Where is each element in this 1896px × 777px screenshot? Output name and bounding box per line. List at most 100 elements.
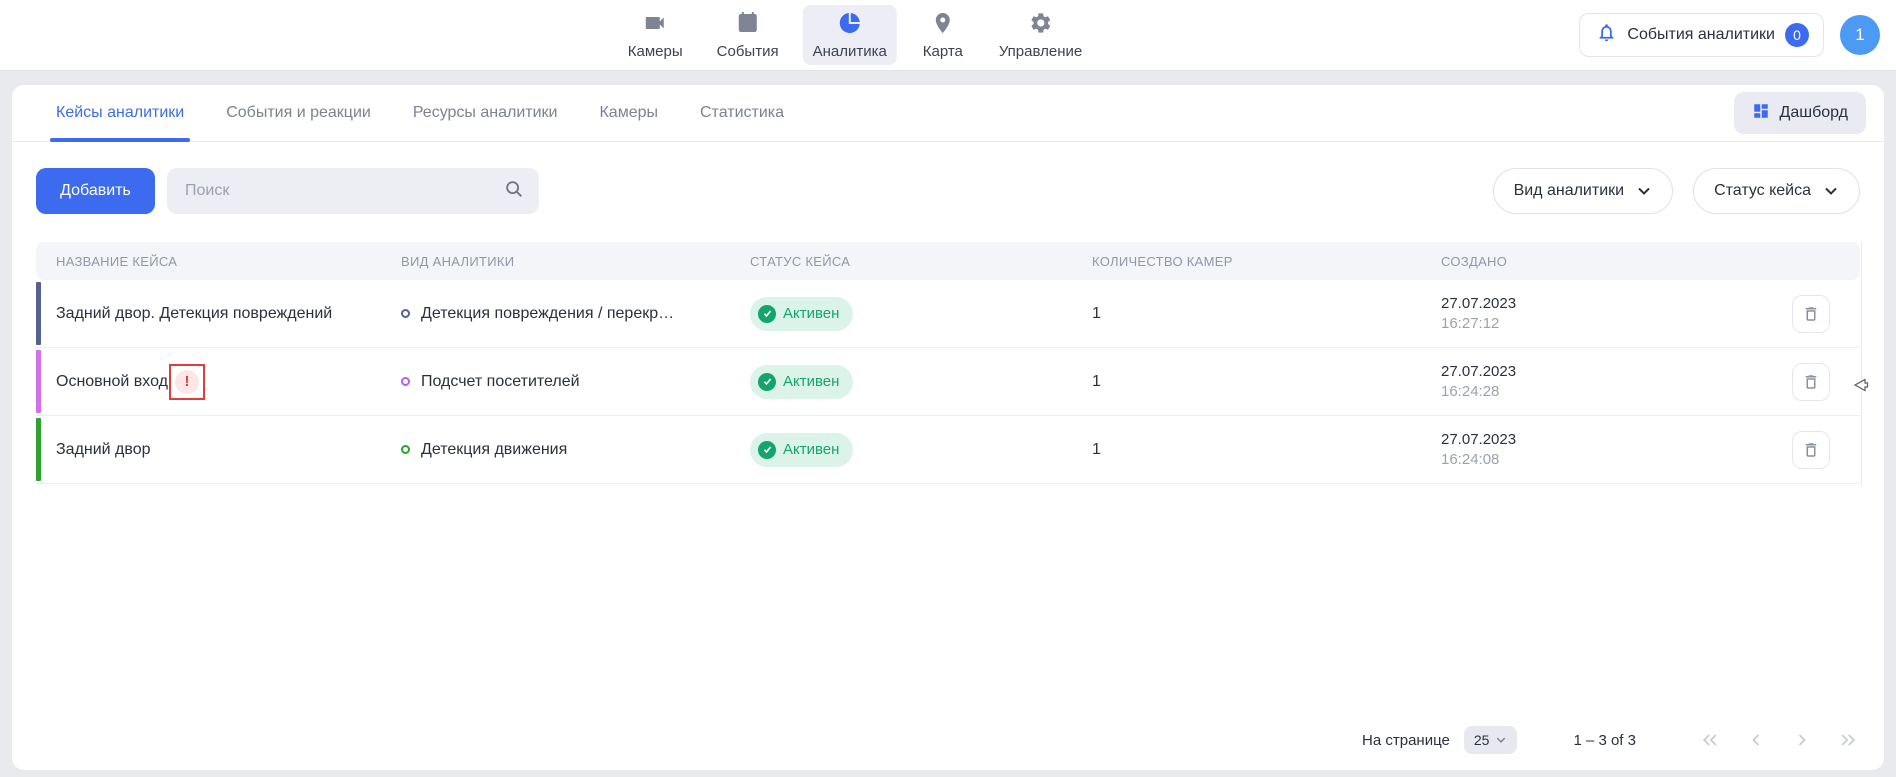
dashboard-button-label: Дашборд xyxy=(1780,104,1849,122)
nav-item-map[interactable]: Карта xyxy=(911,5,975,65)
gear-icon xyxy=(1029,11,1053,40)
analytics-type-label: Подсчет посетителей xyxy=(421,373,580,391)
chevrons-left-icon xyxy=(1700,730,1720,750)
main-navigation: Камеры События Аналитика Карта Управлени… xyxy=(618,0,1092,70)
analytics-type-label: Детекция движения xyxy=(421,441,567,459)
created-cell: 27.07.2023 16:24:08 xyxy=(1441,430,1741,470)
analytics-type-dot xyxy=(401,445,410,454)
tab-cameras[interactable]: Камеры xyxy=(599,85,658,141)
camera-count: 1 xyxy=(1092,441,1441,459)
tab-statistics[interactable]: Статистика xyxy=(700,85,784,141)
top-bar: Камеры События Аналитика Карта Управлени… xyxy=(0,0,1896,70)
last-page-button[interactable] xyxy=(1838,730,1858,750)
search-icon xyxy=(503,178,525,205)
status-label: Активен xyxy=(783,373,839,390)
first-page-button[interactable] xyxy=(1700,730,1720,750)
delete-case-button[interactable] xyxy=(1792,363,1830,401)
filters: Вид аналитики Статус кейса xyxy=(1493,168,1860,214)
video-camera-icon xyxy=(643,11,667,40)
created-date: 27.07.2023 xyxy=(1441,362,1741,382)
delete-case-button[interactable] xyxy=(1792,431,1830,469)
events-count-badge: 0 xyxy=(1785,23,1809,47)
warning-icon: ! xyxy=(175,370,199,394)
toolbar: Добавить Вид аналитики Статус кейса xyxy=(12,142,1884,214)
created-time: 16:27:12 xyxy=(1441,314,1741,334)
per-page-label: На странице xyxy=(1362,732,1450,749)
analytics-type-filter-label: Вид аналитики xyxy=(1514,182,1625,200)
nav-item-events[interactable]: События xyxy=(707,5,789,65)
tabs-row: Кейсы аналитики События и реакции Ресурс… xyxy=(12,85,1884,142)
created-time: 16:24:08 xyxy=(1441,450,1741,470)
table-edge-divider xyxy=(1861,242,1862,486)
delete-case-button[interactable] xyxy=(1792,295,1830,333)
map-pin-icon xyxy=(931,11,955,40)
tab-analytics-cases[interactable]: Кейсы аналитики xyxy=(56,85,184,141)
status-badge: Активен xyxy=(750,297,853,331)
previous-page-button[interactable] xyxy=(1746,730,1766,750)
created-cell: 27.07.2023 16:27:12 xyxy=(1441,294,1741,334)
pagination-footer: На странице 25 1 – 3 of 3 xyxy=(12,722,1884,770)
bell-icon xyxy=(1596,22,1617,48)
calendar-check-icon xyxy=(736,11,760,40)
status-badge: Активен xyxy=(750,433,853,467)
user-avatar[interactable]: 1 xyxy=(1840,15,1880,55)
trash-icon xyxy=(1802,305,1820,323)
nav-label: События xyxy=(717,43,779,60)
table-row[interactable]: Основной вход ! Подсчет посетителей Акти… xyxy=(36,348,1860,416)
analytics-type: Детекция повреждения / перекр… xyxy=(401,305,750,323)
case-status-filter[interactable]: Статус кейса xyxy=(1693,168,1860,214)
nav-label: Управление xyxy=(999,43,1082,60)
chevron-down-icon xyxy=(1495,734,1507,746)
analytics-type-filter[interactable]: Вид аналитики xyxy=(1493,168,1674,214)
next-page-button[interactable] xyxy=(1792,730,1812,750)
analytics-events-button[interactable]: События аналитики 0 xyxy=(1579,13,1824,57)
per-page-select[interactable]: 25 xyxy=(1464,726,1518,754)
nav-label: Аналитика xyxy=(813,43,887,60)
case-name: Задний двор xyxy=(36,441,401,459)
top-bar-right: События аналитики 0 1 xyxy=(1579,13,1880,57)
check-icon xyxy=(758,305,776,323)
analytics-type: Подсчет посетителей xyxy=(401,373,750,391)
nav-label: Камеры xyxy=(628,43,683,60)
tab-analytics-resources[interactable]: Ресурсы аналитики xyxy=(413,85,558,141)
nav-item-management[interactable]: Управление xyxy=(989,5,1092,65)
tab-events-reactions[interactable]: События и реакции xyxy=(226,85,371,141)
dashboard-button[interactable]: Дашборд xyxy=(1734,92,1867,134)
mouse-cursor xyxy=(1852,376,1870,399)
nav-item-analytics[interactable]: Аналитика xyxy=(803,5,897,65)
analytics-panel: Кейсы аналитики События и реакции Ресурс… xyxy=(12,85,1884,770)
chevron-down-icon xyxy=(1636,183,1652,199)
events-button-label: События аналитики xyxy=(1627,26,1775,44)
row-accent-bar xyxy=(36,418,41,481)
cases-table: НАЗВАНИЕ КЕЙСА ВИД АНАЛИТИКИ СТАТУС КЕЙС… xyxy=(36,242,1860,722)
nav-item-cameras[interactable]: Камеры xyxy=(618,5,693,65)
chevron-down-icon xyxy=(1823,183,1839,199)
row-accent-bar xyxy=(36,282,41,345)
column-header-case-status: СТАТУС КЕЙСА xyxy=(750,254,1092,269)
case-name: Основной вход xyxy=(56,373,168,391)
table-row[interactable]: Задний двор Детекция движения Активен 1 … xyxy=(36,416,1860,484)
search-input[interactable] xyxy=(185,182,503,200)
column-header-case-name: НАЗВАНИЕ КЕЙСА xyxy=(36,254,401,269)
add-case-button[interactable]: Добавить xyxy=(36,168,155,214)
camera-count: 1 xyxy=(1092,373,1441,391)
chevrons-right-icon xyxy=(1838,730,1858,750)
dashboard-grid-icon xyxy=(1752,102,1770,125)
case-name: Задний двор. Детекция повреждений xyxy=(36,305,401,323)
analytics-type: Детекция движения xyxy=(401,441,750,459)
warning-highlight-box: ! xyxy=(169,364,205,400)
created-cell: 27.07.2023 16:24:28 xyxy=(1441,362,1741,402)
analytics-type-label: Детекция повреждения / перекр… xyxy=(421,305,674,323)
table-row[interactable]: Задний двор. Детекция повреждений Детекц… xyxy=(36,280,1860,348)
column-header-created: СОЗДАНО xyxy=(1441,254,1741,269)
analytics-type-dot xyxy=(401,377,410,386)
page-range: 1 – 3 of 3 xyxy=(1573,732,1636,749)
trash-icon xyxy=(1802,373,1820,391)
case-status-filter-label: Статус кейса xyxy=(1714,182,1811,200)
per-page-value: 25 xyxy=(1474,732,1490,748)
trash-icon xyxy=(1802,441,1820,459)
created-date: 27.07.2023 xyxy=(1441,430,1741,450)
pie-chart-icon xyxy=(838,11,862,40)
chevron-left-icon xyxy=(1746,730,1766,750)
check-icon xyxy=(758,373,776,391)
